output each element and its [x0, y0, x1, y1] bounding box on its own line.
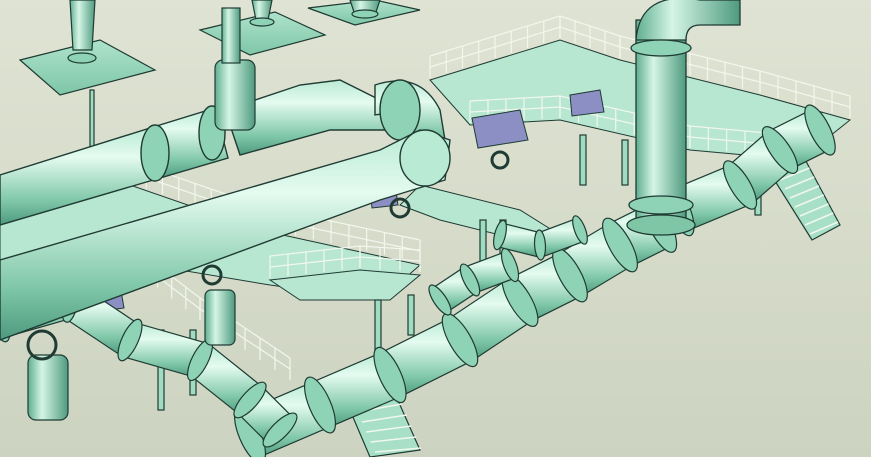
flange [140, 124, 170, 182]
gate-valve-left [27, 354, 69, 421]
gate-valve-lower [204, 289, 236, 346]
piping-model-canvas [0, 0, 871, 457]
piping-3d-render [0, 0, 871, 457]
gate-valve-upper [214, 59, 256, 131]
